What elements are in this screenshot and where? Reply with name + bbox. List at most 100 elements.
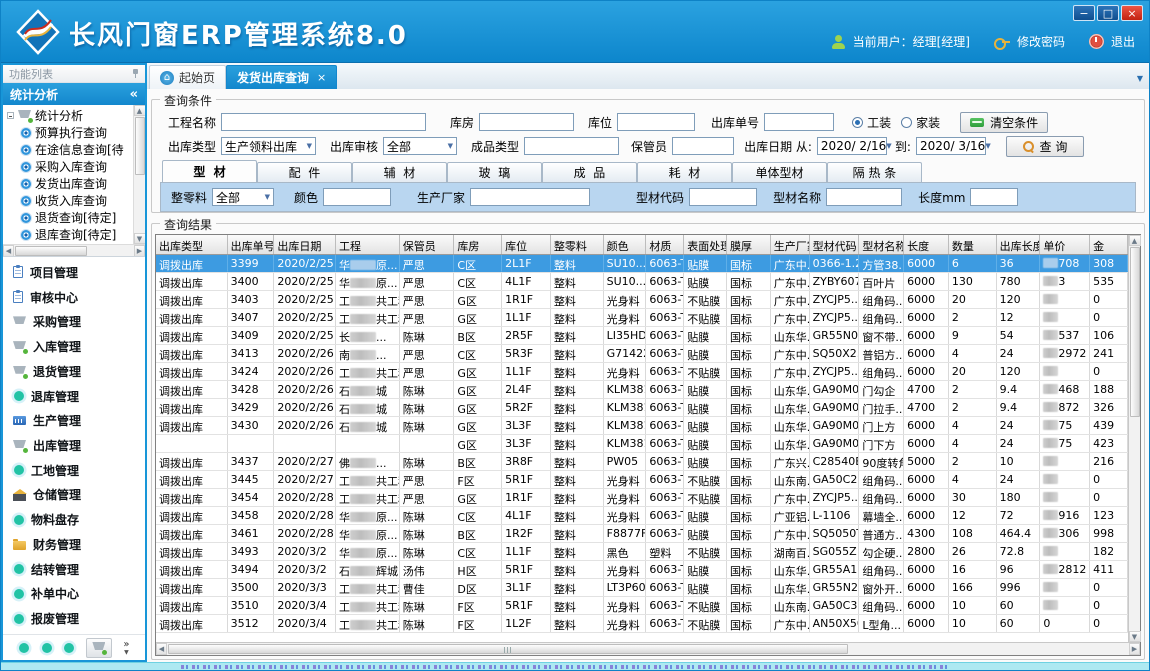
- sidebar-group-退库管理[interactable]: 退库管理: [3, 384, 145, 409]
- profile-code-input[interactable]: [689, 188, 757, 206]
- material-tab-耗材[interactable]: 耗 材: [637, 162, 732, 182]
- group-dot-icon[interactable]: [64, 643, 74, 653]
- group-dot-icon[interactable]: [19, 643, 29, 653]
- radio-gongzhuang[interactable]: [852, 117, 863, 128]
- column-header[interactable]: 长度: [904, 235, 949, 254]
- profile-name-input[interactable]: [826, 188, 902, 206]
- table-row[interactable]: 调拨出库34372020/2/27佛...陈琳B区3R8F整料PW056063-…: [156, 453, 1128, 471]
- close-button[interactable]: ×: [1121, 5, 1143, 21]
- product-type-input[interactable]: [524, 137, 619, 155]
- pin-icon[interactable]: [132, 69, 139, 78]
- tree-item[interactable]: 预算执行查询: [7, 124, 133, 141]
- sidebar-group-出库管理[interactable]: 出库管理: [3, 433, 145, 458]
- whole-part-select[interactable]: 全部▼: [212, 188, 274, 206]
- table-row[interactable]: 调拨出库34002020/2/25华原...严思C区4L1F整料SU10...6…: [156, 273, 1128, 291]
- tree-vertical-scrollbar[interactable]: ▲ ▼: [133, 105, 145, 244]
- column-header[interactable]: 整零料: [551, 235, 604, 254]
- clear-conditions-button[interactable]: 清空条件: [960, 112, 1048, 133]
- column-header[interactable]: 库房: [454, 235, 502, 254]
- column-header[interactable]: 颜色: [604, 235, 647, 254]
- column-header[interactable]: 库位: [502, 235, 551, 254]
- table-row[interactable]: 调拨出库34032020/2/25工共工程严思G区1R1F整料光身料6063-T…: [156, 291, 1128, 309]
- table-row[interactable]: 调拨出库35102020/3/4工共工程陈琳F区5R1F整料光身料6063-T5…: [156, 597, 1128, 615]
- column-header[interactable]: 单价: [1040, 235, 1090, 254]
- table-row[interactable]: 调拨出库34932020/3/2华原...陈琳C区1L1F整料黑色塑料不贴膜国标…: [156, 543, 1128, 561]
- table-row[interactable]: 调拨出库34542020/2/28工共工程严思G区1R1F整料光身料6063-T…: [156, 489, 1128, 507]
- tab-overflow-dropdown-icon[interactable]: ▼: [1137, 74, 1143, 83]
- table-row[interactable]: 调拨出库34942020/3/2石辉城汤伟H区5R1F整料光身料6063-T5贴…: [156, 561, 1128, 579]
- sidebar-group-审核中心[interactable]: 审核中心: [3, 285, 145, 310]
- tree-item[interactable]: 在途信息查询[待: [7, 141, 133, 158]
- sidebar-group-采购管理[interactable]: 采购管理: [3, 309, 145, 334]
- tree-root-statistics[interactable]: 统计分析: [7, 107, 133, 124]
- table-horizontal-scrollbar[interactable]: ◀ ▶: [156, 642, 1140, 655]
- tab-close-icon[interactable]: ×: [317, 71, 326, 84]
- tab-home[interactable]: ⌂ 起始页: [149, 65, 226, 89]
- column-header[interactable]: 型材代码: [810, 235, 860, 254]
- material-tab-隔热条[interactable]: 隔 热 条: [827, 162, 922, 182]
- radio-jiazhuang[interactable]: [901, 117, 912, 128]
- logout-link[interactable]: 退出: [1111, 33, 1135, 50]
- material-tab-单体型材[interactable]: 单体型材: [732, 162, 827, 182]
- keeper-input[interactable]: [672, 137, 734, 155]
- column-header[interactable]: 数量: [949, 235, 997, 254]
- sidebar-group-结转管理[interactable]: 结转管理: [3, 557, 145, 582]
- material-tab-辅材[interactable]: 辅 材: [352, 162, 447, 182]
- column-header[interactable]: 金: [1090, 235, 1128, 254]
- sidebar-group-补单中心[interactable]: 补单中心: [3, 582, 145, 607]
- table-row[interactable]: 调拨出库34292020/2/26石城陈琳G区5R2F整料KLM38176063…: [156, 399, 1128, 417]
- table-row[interactable]: 调拨出库34072020/2/25工共工程严思G区1L1F整料光身料6063-T…: [156, 309, 1128, 327]
- material-tab-成品[interactable]: 成 品: [542, 162, 637, 182]
- room-input[interactable]: [479, 113, 574, 131]
- group-dot-icon[interactable]: [42, 643, 52, 653]
- column-header[interactable]: 型材名称: [859, 235, 904, 254]
- table-row[interactable]: 调拨出库34092020/2/25长...陈琳B区2R5F整料LI35HD606…: [156, 327, 1128, 345]
- table-row[interactable]: G区3L3F整料KLM38176063-T5贴膜国标山东华...GA90M09.…: [156, 435, 1128, 453]
- tree-item[interactable]: 退库查询[待定]: [7, 226, 133, 243]
- change-password-link[interactable]: 修改密码: [1017, 33, 1065, 50]
- column-header[interactable]: 出库长度: [997, 235, 1041, 254]
- column-header[interactable]: 保管员: [400, 235, 455, 254]
- audit-select[interactable]: 全部▼: [383, 137, 457, 155]
- sidebar-group-物料盘存[interactable]: 物料盘存: [3, 507, 145, 532]
- table-row[interactable]: 调拨出库34242020/2/26工共工程严思G区1L1F整料光身料6063-T…: [156, 363, 1128, 381]
- maximize-button[interactable]: □: [1097, 5, 1119, 21]
- collapse-icon[interactable]: «: [130, 87, 138, 102]
- table-row[interactable]: 调拨出库34612020/2/28华原...陈琳B区1R2F整料F8877FT6…: [156, 525, 1128, 543]
- column-header[interactable]: 表面处理: [684, 235, 727, 254]
- material-tab-型材[interactable]: 型 材: [162, 160, 257, 182]
- table-row[interactable]: 调拨出库34582020/2/28华原...陈琳C区4L1F整料光身料6063-…: [156, 507, 1128, 525]
- project-name-input[interactable]: [221, 113, 426, 131]
- minimize-button[interactable]: −: [1073, 5, 1095, 21]
- sidebar-group-退货管理[interactable]: 退货管理: [3, 359, 145, 384]
- sidebar-group-生产管理[interactable]: 生产管理: [3, 408, 145, 433]
- length-input[interactable]: [970, 188, 1018, 206]
- search-button[interactable]: 查 询: [1006, 136, 1084, 157]
- material-tab-配件[interactable]: 配 件: [257, 162, 352, 182]
- sidebar-group-财务管理[interactable]: 财务管理: [3, 532, 145, 557]
- maker-input[interactable]: [470, 188, 590, 206]
- tree-item[interactable]: 采购入库查询: [7, 158, 133, 175]
- table-row[interactable]: 调拨出库34452020/2/27工共工程严思F区5R1F整料光身料6063-T…: [156, 471, 1128, 489]
- date-to-picker[interactable]: 2020/ 3/16▼: [916, 137, 986, 155]
- tree-item[interactable]: 收货入库查询: [7, 192, 133, 209]
- table-row[interactable]: 调拨出库34132020/2/26南...严思C区5R3F整料G71422606…: [156, 345, 1128, 363]
- sidebar-group-工地管理[interactable]: 工地管理: [3, 458, 145, 483]
- column-header[interactable]: 工程: [336, 235, 400, 254]
- expand-more-button[interactable]: » ▼: [123, 640, 129, 656]
- tab-outbound-query[interactable]: 发货出库查询 ×: [226, 65, 337, 89]
- column-header[interactable]: 出库单号: [228, 235, 275, 254]
- column-header[interactable]: 出库类型: [156, 235, 228, 254]
- location-input[interactable]: [617, 113, 695, 131]
- column-header[interactable]: 生产厂家: [771, 235, 810, 254]
- table-vertical-scrollbar[interactable]: ▲ ▼: [1128, 235, 1140, 642]
- sidebar-group-项目管理[interactable]: 项目管理: [3, 260, 145, 285]
- table-row[interactable]: 调拨出库33992020/2/25华原...严思C区2L1F整料SU10...6…: [156, 255, 1128, 273]
- cart-shortcut-button[interactable]: [86, 638, 112, 658]
- table-row[interactable]: 调拨出库35122020/3/4工共工程陈琳F区1L2F整料光身料6063-T5…: [156, 615, 1128, 633]
- table-row[interactable]: 调拨出库35002020/3/3工共工程曹佳D区3L1F整料LT3P606063…: [156, 579, 1128, 597]
- color-input[interactable]: [323, 188, 391, 206]
- table-row[interactable]: 调拨出库34302020/2/26石城陈琳G区3L3F整料KLM38176063…: [156, 417, 1128, 435]
- sidebar-group-报废管理[interactable]: 报废管理: [3, 606, 145, 631]
- sidebar-group-入库管理[interactable]: 入库管理: [3, 334, 145, 359]
